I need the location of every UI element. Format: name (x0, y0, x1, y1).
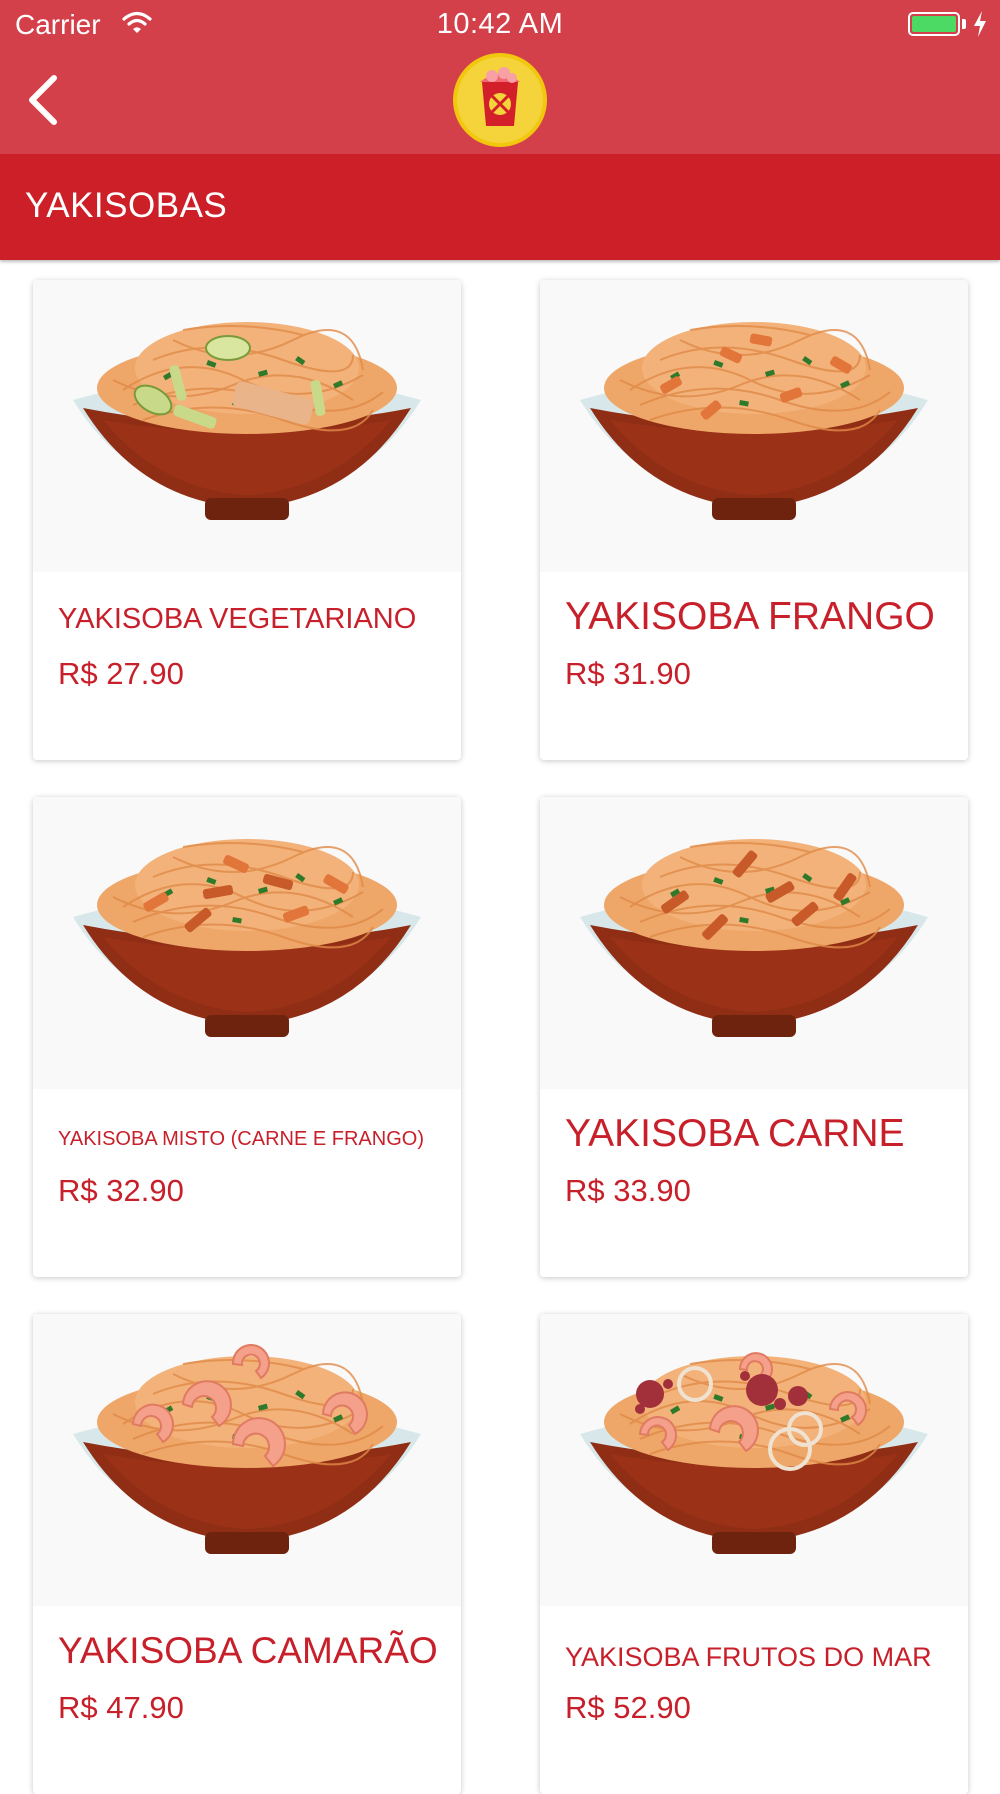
product-card-frango[interactable]: YAKISOBA FRANGO R$ 31.90 (540, 280, 968, 760)
chevron-left-icon (29, 75, 57, 125)
status-bar: Carrier 10:42 AM (0, 0, 1000, 50)
back-button[interactable] (22, 72, 72, 128)
product-name: YAKISOBA FRANGO (565, 595, 935, 638)
product-name: YAKISOBA VEGETARIANO (58, 603, 417, 635)
product-name: YAKISOBA MISTO (CARNE E FRANGO) (58, 1128, 424, 1150)
product-name: YAKISOBA CAMARÃO (58, 1630, 438, 1671)
yakisoba-frutos-do-mar-image (540, 1314, 968, 1606)
battery-tip (962, 19, 966, 29)
product-price: R$ 52.90 (565, 1690, 691, 1725)
yakisoba-camarao-image (33, 1314, 461, 1606)
product-card-frutos-do-mar[interactable]: YAKISOBA FRUTOS DO MAR R$ 52.90 (540, 1314, 968, 1794)
yakisoba-frango-image (540, 280, 968, 572)
top-nav-bar: Carrier 10:42 AM (0, 0, 1000, 154)
product-price: R$ 33.90 (565, 1173, 691, 1208)
product-name: YAKISOBA FRUTOS DO MAR (565, 1642, 932, 1672)
noodle-box-logo[interactable] (452, 52, 548, 148)
charging-bolt-icon (974, 11, 986, 37)
battery-icon (908, 12, 960, 36)
product-price: R$ 32.90 (58, 1173, 184, 1208)
product-price: R$ 27.90 (58, 656, 184, 691)
section-title: YAKISOBAS (25, 186, 228, 225)
product-price: R$ 31.90 (565, 656, 691, 691)
product-card-misto[interactable]: YAKISOBA MISTO (CARNE E FRANGO) R$ 32.90 (33, 797, 461, 1277)
yakisoba-misto-image (33, 797, 461, 1089)
yakisoba-vegetariano-image (33, 280, 461, 572)
product-card-carne[interactable]: YAKISOBA CARNE R$ 33.90 (540, 797, 968, 1277)
product-price: R$ 47.90 (58, 1690, 184, 1725)
battery-fill (912, 16, 956, 32)
product-card-camarao[interactable]: YAKISOBA CAMARÃO R$ 47.90 (33, 1314, 461, 1794)
section-header: YAKISOBAS (0, 154, 1000, 260)
product-name: YAKISOBA CARNE (565, 1112, 905, 1155)
product-card-vegetariano[interactable]: YAKISOBA VEGETARIANO R$ 27.90 (33, 280, 461, 760)
yakisoba-carne-image (540, 797, 968, 1089)
clock: 10:42 AM (436, 8, 564, 40)
